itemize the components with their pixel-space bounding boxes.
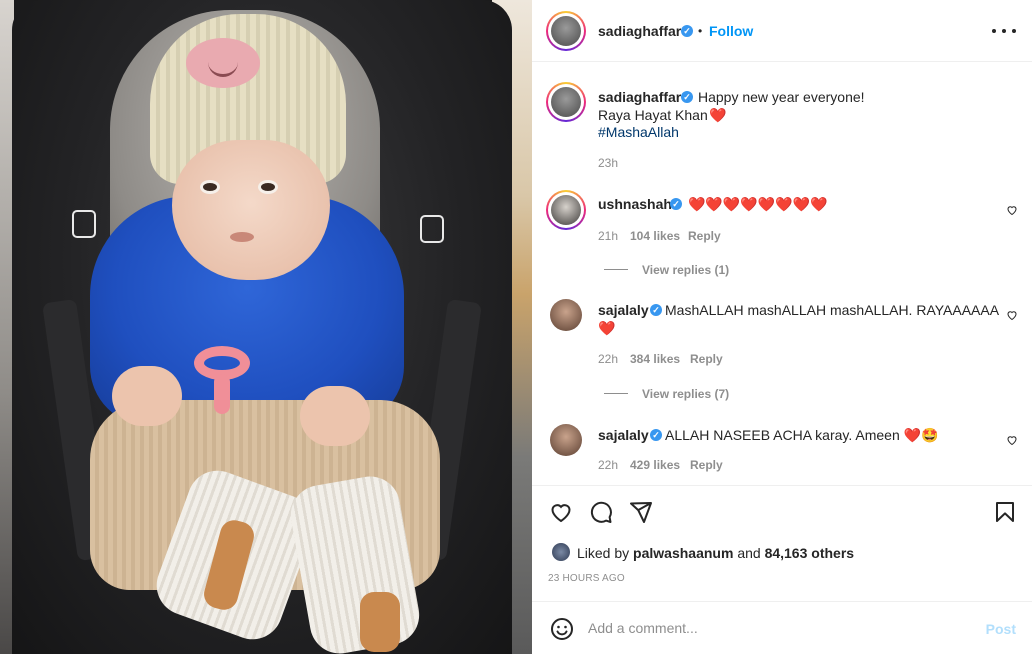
comment-icon[interactable]	[589, 500, 613, 524]
caption-avatar[interactable]	[546, 82, 586, 122]
seat-logo-right	[420, 215, 444, 243]
baby-mouth	[230, 232, 254, 242]
verified-badge-icon: ✓	[670, 198, 682, 210]
comment-text: ❤️❤️❤️❤️❤️❤️❤️❤️	[688, 196, 828, 212]
view-replies-button[interactable]: View replies (1)	[642, 263, 729, 277]
comment-text: MashALLAH mashALLAH mashALLAH. RAYAAAAAA	[665, 302, 1000, 318]
caption-time[interactable]: 23h	[598, 156, 618, 170]
baby-eye-right	[258, 180, 278, 194]
comment-text-emoji: ❤️	[598, 320, 616, 336]
post-modal: sadiaghaffar ✓ • Follow sadiaghaffar ✓ H…	[0, 0, 1032, 654]
comment-like-heart-icon[interactable]	[1006, 434, 1018, 446]
comment-time[interactable]: 21h	[598, 229, 618, 243]
add-comment-bar: Post	[532, 602, 1032, 654]
comment-likes[interactable]: 384 likes	[630, 352, 680, 366]
liked-by-prefix: Liked by	[577, 545, 630, 561]
liked-by-text[interactable]: Liked by palwashaanum and 84,163 others	[577, 545, 854, 561]
comment-reply-button[interactable]: Reply	[690, 352, 723, 366]
verified-badge-icon: ✓	[650, 429, 662, 441]
add-comment-input[interactable]	[588, 616, 968, 640]
pacifier	[190, 346, 254, 416]
baby-hand-right	[300, 386, 370, 446]
comment-like-heart-icon[interactable]	[1006, 204, 1018, 216]
baby-face	[172, 140, 330, 280]
seat-logo-left	[72, 210, 96, 238]
verified-badge-icon: ✓	[681, 25, 693, 37]
caption-text-line2: Raya Hayat Khan	[598, 107, 708, 123]
comments-section[interactable]: sadiaghaffar ✓ Happy new year everyone! …	[532, 62, 1032, 486]
baby-hand-left	[112, 366, 182, 426]
liked-by-avatar[interactable]	[552, 543, 570, 561]
comment-avatar[interactable]	[546, 190, 586, 230]
comment-time[interactable]: 22h	[598, 352, 618, 366]
post-time-ago[interactable]: 23 HOURS AGO	[548, 573, 625, 584]
hat-smiley-patch	[186, 38, 260, 88]
likes-count[interactable]: 84,163 others	[765, 545, 855, 561]
heart-icon[interactable]	[549, 500, 573, 524]
caption-text-line1: Happy new year everyone!	[698, 89, 865, 105]
verified-badge-icon: ✓	[650, 304, 662, 316]
post-photo[interactable]	[0, 0, 532, 654]
emoji-icon[interactable]	[550, 617, 574, 641]
baby-eye-left	[200, 180, 220, 194]
comment-reply-button[interactable]: Reply	[688, 229, 721, 243]
author-avatar[interactable]	[546, 11, 586, 51]
comment-reply-button[interactable]: Reply	[690, 458, 723, 472]
verified-badge-icon: ✓	[681, 91, 693, 103]
separator-dot: •	[698, 24, 703, 38]
liked-by-and: and	[737, 545, 761, 561]
post-comment-button[interactable]: Post	[986, 621, 1016, 637]
comment-likes[interactable]: 429 likes	[630, 458, 680, 472]
comment-username[interactable]: sajalaly	[598, 302, 649, 318]
author-username[interactable]: sadiaghaffar	[598, 23, 681, 39]
caption-username[interactable]: sadiaghaffar	[598, 89, 681, 105]
bookmark-icon[interactable]	[993, 500, 1017, 524]
caption-hashtag[interactable]: #MashaAllah	[598, 124, 679, 140]
follow-button[interactable]: Follow	[709, 23, 753, 39]
comment-text: ALLAH NASEEB ACHA karay. Ameen ❤️🤩	[665, 427, 939, 443]
more-options-icon[interactable]	[992, 20, 1016, 42]
replies-line	[604, 269, 628, 270]
comment-username[interactable]: ushnashah	[598, 196, 672, 212]
comment-username[interactable]: sajalaly	[598, 427, 649, 443]
post-actions: Liked by palwashaanum and 84,163 others …	[532, 486, 1032, 602]
post-header: sadiaghaffar ✓ • Follow	[532, 0, 1032, 62]
comment-time[interactable]: 22h	[598, 458, 618, 472]
comment-like-heart-icon[interactable]	[1006, 309, 1018, 321]
liked-by-user[interactable]: palwashaanum	[633, 545, 733, 561]
shoe-sole-right	[360, 592, 400, 652]
share-icon[interactable]	[629, 500, 653, 524]
view-replies-button[interactable]: View replies (7)	[642, 387, 729, 401]
replies-line	[604, 393, 628, 394]
comment-likes[interactable]: 104 likes	[630, 229, 680, 243]
comment-avatar[interactable]	[550, 424, 582, 456]
heart-emoji: ❤️	[709, 107, 727, 123]
post-side-panel: sadiaghaffar ✓ • Follow sadiaghaffar ✓ H…	[532, 0, 1032, 654]
comment-avatar[interactable]	[550, 299, 582, 331]
